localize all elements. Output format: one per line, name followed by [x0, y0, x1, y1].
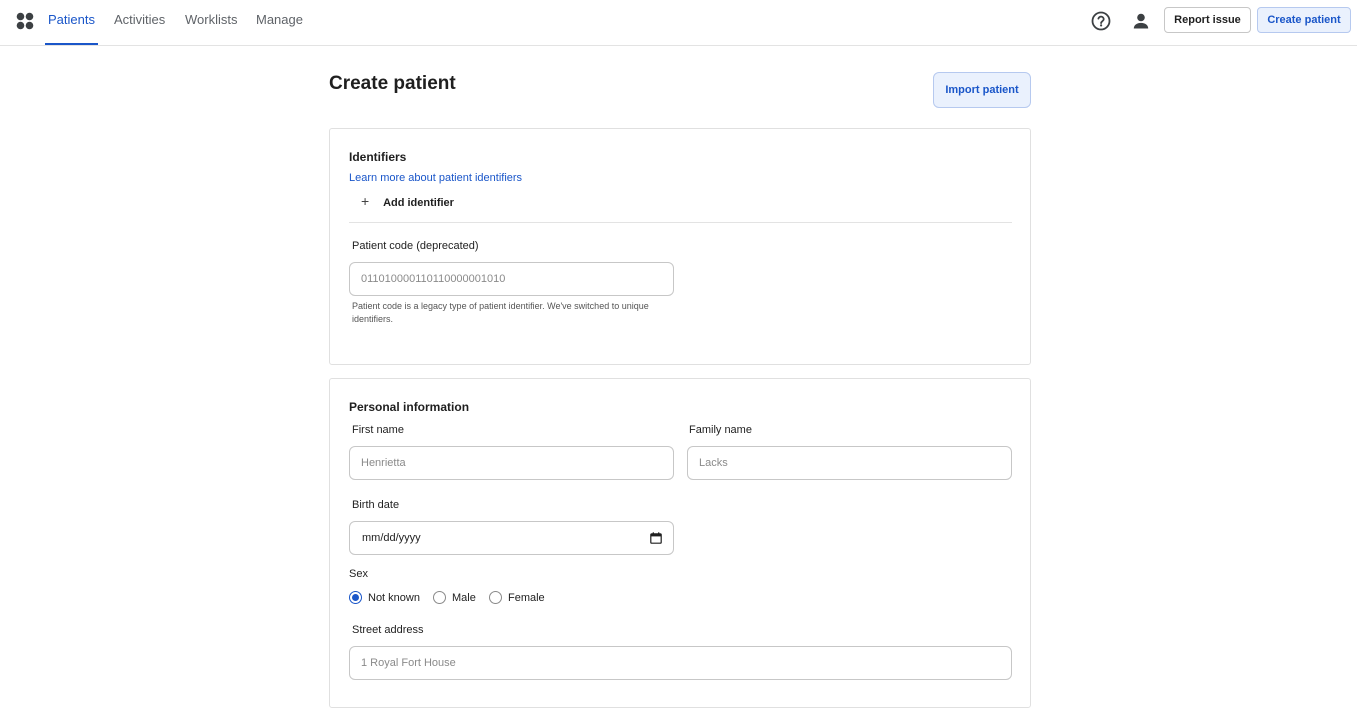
- help-icon[interactable]: [1090, 10, 1112, 32]
- street-address-input[interactable]: [349, 646, 1012, 680]
- learn-more-identifiers-link[interactable]: Learn more about patient identifiers: [349, 172, 522, 184]
- create-patient-nav-button[interactable]: Create patient: [1257, 7, 1351, 33]
- account-icon[interactable]: [1130, 10, 1152, 32]
- first-name-label: First name: [352, 424, 404, 436]
- add-identifier-button[interactable]: + Add identifier: [361, 194, 454, 210]
- import-patient-button[interactable]: Import patient: [933, 72, 1031, 108]
- section-divider: [349, 222, 1012, 223]
- tab-patients[interactable]: Patients: [45, 0, 98, 45]
- street-address-label: Street address: [352, 624, 424, 636]
- sex-option-label: Female: [508, 592, 545, 604]
- tab-worklists[interactable]: Worklists: [185, 0, 237, 45]
- personal-information-section-title: Personal information: [349, 400, 470, 414]
- radio-button[interactable]: [433, 591, 446, 604]
- personal-information-card: Personal information First name Family n…: [329, 378, 1031, 708]
- patient-code-input[interactable]: [349, 262, 674, 296]
- tab-manage[interactable]: Manage: [256, 0, 303, 45]
- report-issue-button[interactable]: Report issue: [1164, 7, 1251, 33]
- identifiers-card: Identifiers Learn more about patient ide…: [329, 128, 1031, 365]
- sex-option-label: Not known: [368, 592, 420, 604]
- sex-option-label: Male: [452, 592, 476, 604]
- radio-button[interactable]: [489, 591, 502, 604]
- first-name-input[interactable]: [349, 446, 674, 480]
- family-name-input[interactable]: [687, 446, 1012, 480]
- apps-grid-icon[interactable]: [16, 12, 34, 30]
- birth-date-value: mm/dd/yyyy: [362, 532, 421, 544]
- sex-label: Sex: [349, 568, 368, 580]
- birth-date-input[interactable]: mm/dd/yyyy: [349, 521, 674, 555]
- plus-icon: +: [361, 193, 370, 209]
- patient-code-help-text: Patient code is a legacy type of patient…: [352, 301, 649, 324]
- add-identifier-label: Add identifier: [383, 197, 454, 209]
- family-name-label: Family name: [689, 424, 752, 436]
- birth-date-label: Birth date: [352, 499, 400, 511]
- top-navigation-bar: Patients Activities Worklists Manage Rep…: [0, 0, 1357, 46]
- calendar-icon[interactable]: [650, 532, 662, 544]
- identifiers-section-title: Identifiers: [349, 150, 407, 164]
- page-title: Create patient: [329, 73, 456, 94]
- tab-activities[interactable]: Activities: [114, 0, 165, 45]
- radio-button-checked[interactable]: [349, 591, 362, 604]
- patient-code-label: Patient code (deprecated): [352, 240, 479, 252]
